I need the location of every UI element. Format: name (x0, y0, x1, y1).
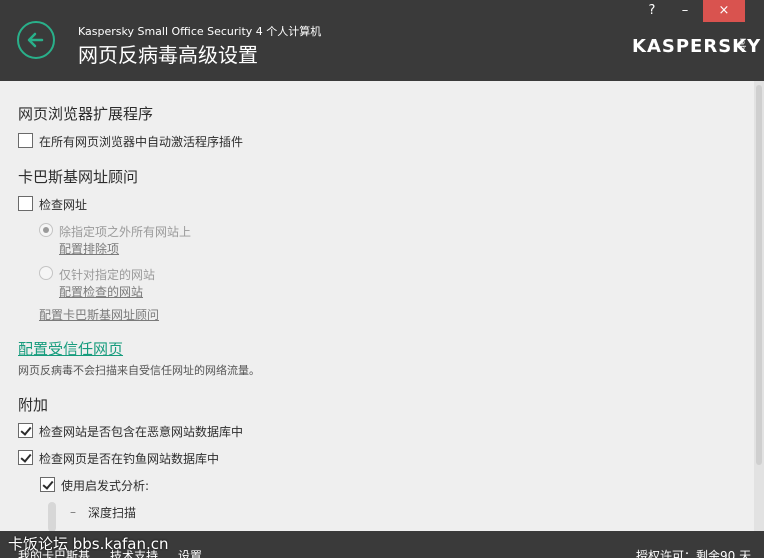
heuristic-analysis-checkbox[interactable] (40, 477, 55, 492)
auto-activate-plugin-label: 在所有网页浏览器中自动激活程序插件 (39, 135, 244, 149)
radio-all-sites-label: 除指定项之外所有网站上 (59, 225, 192, 239)
section-title-url-advisor: 卡巴斯基网址顾问 (18, 168, 139, 186)
minimize-button[interactable]: – (670, 0, 700, 22)
settings-panel: 网页浏览器扩展程序 在所有网页浏览器中自动激活程序插件 卡巴斯基网址顾问 检查网… (0, 81, 754, 531)
back-button[interactable] (17, 21, 55, 59)
scrollbar-thumb[interactable] (756, 85, 762, 465)
vertical-scrollbar[interactable] (754, 81, 764, 531)
deep-scan-label: 深度扫描 (88, 506, 137, 520)
radio-specified-sites-label: 仅针对指定的网站 (59, 268, 156, 282)
auto-activate-plugin-checkbox[interactable] (18, 133, 33, 148)
malicious-db-label: 检查网站是否包含在恶意网站数据库中 (39, 425, 244, 439)
configure-url-advisor-link[interactable]: 配置卡巴斯基网址顾问 (39, 306, 159, 323)
phishing-db-checkbox[interactable] (18, 450, 33, 465)
heuristic-analysis-label: 使用启发式分析: (61, 479, 150, 493)
trusted-pages-description: 网页反病毒不会扫描来自受信任网址的网络流量。 (18, 364, 260, 377)
page-title: 网页反病毒高级设置 (78, 43, 258, 67)
check-urls-label: 检查网址 (39, 198, 88, 212)
radio-all-sites[interactable] (39, 223, 53, 237)
settings-link[interactable]: 设置 (178, 547, 202, 558)
arrow-left-icon (27, 32, 44, 48)
malicious-db-checkbox[interactable] (18, 423, 33, 438)
check-urls-checkbox[interactable] (18, 196, 33, 211)
footer-bar: 我的卡巴斯基 技术支持 设置 授权许可：剩余90 天 卡饭论坛 bbs.kafa… (0, 531, 764, 558)
slider-tick: – (70, 505, 76, 519)
configure-trusted-pages-link[interactable]: 配置受信任网页 (18, 338, 123, 359)
heuristic-level-slider[interactable] (48, 502, 56, 531)
phishing-db-label: 检查网页是否在钓鱼网站数据库中 (39, 452, 220, 466)
license-status[interactable]: 授权许可：剩余90 天 (636, 547, 751, 558)
title-bar: Kaspersky Small Office Security 4 个人计算机 … (0, 0, 764, 81)
help-button[interactable]: ? (642, 0, 662, 22)
kaspersky-lab-mark: lab (738, 38, 747, 51)
forum-watermark: 卡饭论坛 bbs.kafan.cn (8, 535, 169, 553)
configure-exclusions-link[interactable]: 配置排除项 (59, 240, 119, 257)
close-button[interactable]: × (703, 0, 745, 22)
section-title-browser-extensions: 网页浏览器扩展程序 (18, 105, 154, 123)
radio-specified-sites[interactable] (39, 266, 53, 280)
configure-checked-sites-link[interactable]: 配置检查的网站 (59, 283, 143, 300)
section-title-additional: 附加 (18, 396, 49, 414)
app-title: Kaspersky Small Office Security 4 个人计算机 (78, 25, 322, 38)
